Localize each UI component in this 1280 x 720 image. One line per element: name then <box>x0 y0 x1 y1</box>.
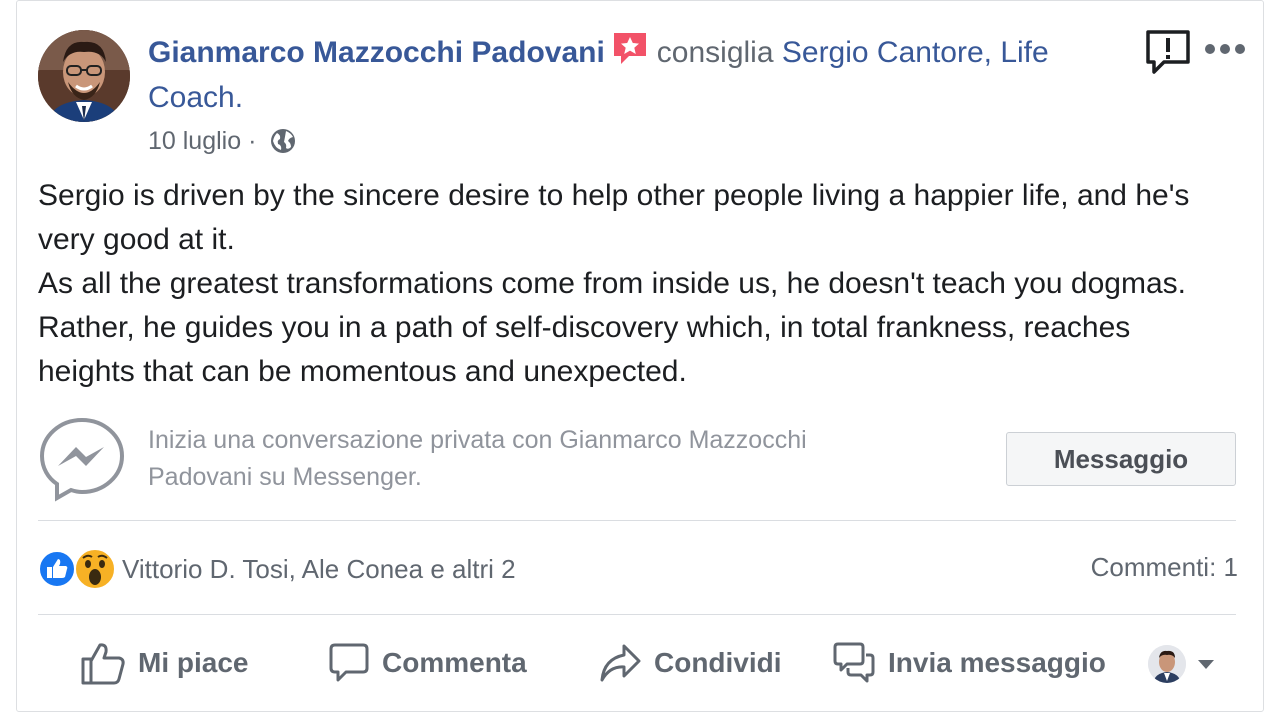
thumbs-up-icon <box>81 643 125 685</box>
star-badge-icon <box>611 30 649 66</box>
post-paragraph: Sergio is driven by the sincere desire t… <box>38 179 1190 256</box>
more-options-icon[interactable] <box>1204 42 1246 56</box>
author-name[interactable]: Gianmarco Mazzocchi Padovani <box>148 36 605 69</box>
globe-icon[interactable] <box>269 127 297 155</box>
chat-bubbles-icon <box>833 642 875 683</box>
share-button[interactable]: Condividi <box>598 638 782 688</box>
post-header: Gianmarco Mazzocchi Padovani consiglia Se… <box>148 30 1138 120</box>
post-date[interactable]: 10 luglio <box>148 127 241 155</box>
send-message-button[interactable]: Invia messaggio <box>832 638 1106 688</box>
meta-separator: · <box>248 127 257 155</box>
divider <box>38 614 1236 615</box>
messenger-icon <box>38 416 126 502</box>
like-reaction-icon <box>38 550 76 588</box>
messenger-prompt: Inizia una conversazione privata con Gia… <box>148 426 807 491</box>
reaction-icons <box>38 548 118 590</box>
author-avatar[interactable] <box>38 30 130 122</box>
divider <box>38 520 1236 521</box>
like-label: Mi piace <box>138 647 249 678</box>
post-meta: 10 luglio · <box>148 124 297 158</box>
author-photo <box>38 30 130 122</box>
like-button[interactable]: Mi piace <box>80 638 248 688</box>
comment-label: Commenta <box>382 647 527 678</box>
share-label: Condividi <box>654 647 782 678</box>
share-icon <box>600 644 641 682</box>
chevron-down-icon <box>1198 659 1214 669</box>
post-body: Sergio is driven by the sincere desire t… <box>38 174 1228 394</box>
post-paragraph: As all the greatest transformations come… <box>38 267 1186 388</box>
report-icon[interactable] <box>1144 28 1192 76</box>
send-message-label: Invia messaggio <box>888 647 1106 678</box>
recommends-verb: consiglia <box>656 36 774 69</box>
comments-count[interactable]: Commenti: 1 <box>1091 552 1238 583</box>
reactions-summary[interactable]: Vittorio D. Tosi, Ale Conea e altri 2 <box>38 548 516 590</box>
action-bar: Mi piace Commenta Condividi Invia messag… <box>38 630 1236 696</box>
post-as-selector[interactable] <box>1148 644 1258 684</box>
user-avatar <box>1148 645 1186 683</box>
reaction-names[interactable]: Vittorio D. Tosi, Ale Conea e altri 2 <box>122 554 516 585</box>
message-button[interactable]: Messaggio <box>1006 432 1236 486</box>
wow-reaction-icon <box>74 548 116 590</box>
comment-button[interactable]: Commenta <box>328 638 527 688</box>
comment-icon <box>329 643 369 682</box>
